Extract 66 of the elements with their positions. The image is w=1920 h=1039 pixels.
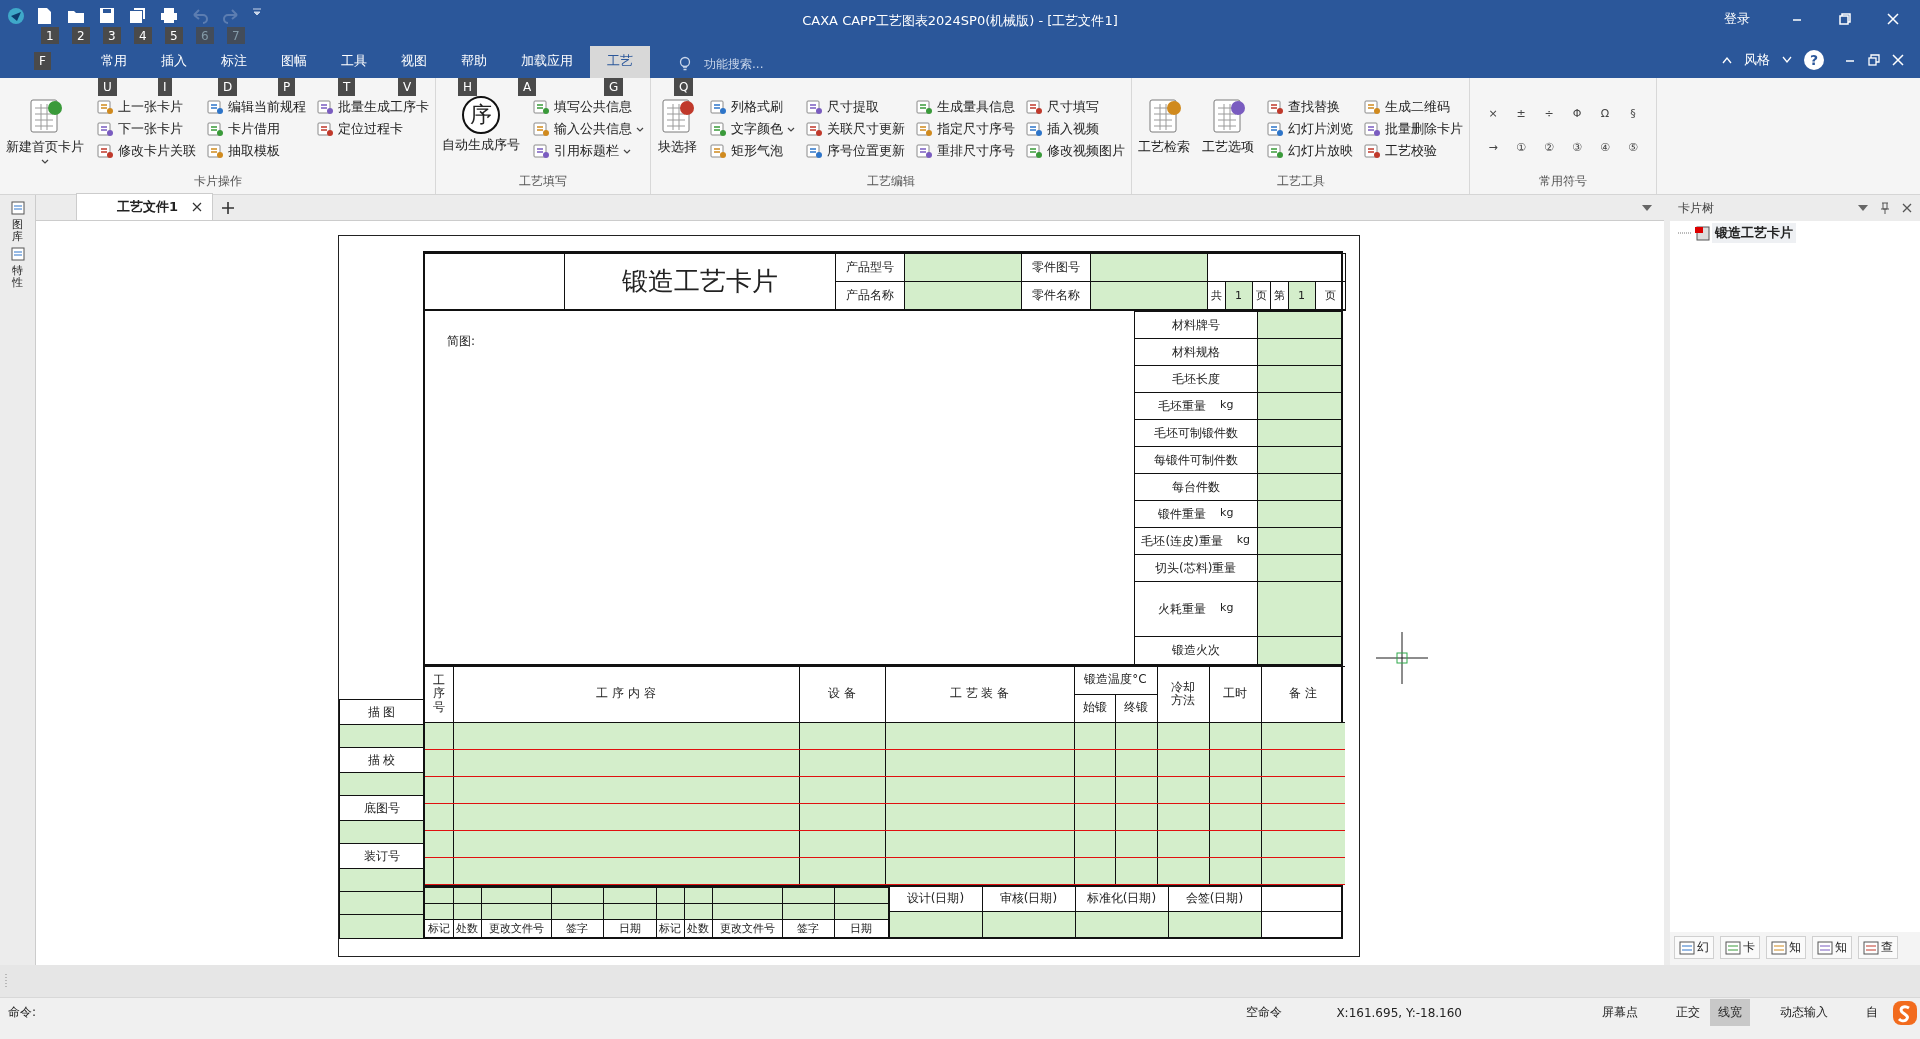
panel-title: 卡片树 [1678, 199, 1714, 217]
field-label: 共 [1207, 282, 1226, 309]
field-label: 切头(芯料)重量 [1155, 559, 1237, 577]
column-header: 始锻 [1074, 694, 1115, 722]
field-label: 锻造火次 [1171, 641, 1220, 659]
field-label: 第 [1270, 282, 1289, 309]
keytip-tooltip: I [158, 78, 172, 96]
keytip-tooltip: 5 [165, 27, 183, 45]
keytip-tooltip: 1 [41, 27, 59, 45]
unit-label: kg [1220, 505, 1234, 521]
column-header: 锻造温度°C [1074, 666, 1157, 694]
group-label: 常用符号 [1538, 173, 1588, 190]
field-label: 标准化(日期) [1075, 886, 1168, 912]
group-label: 工艺工具 [1275, 173, 1326, 190]
field-label: 简图: [447, 334, 476, 348]
unit-label: kg [1220, 397, 1234, 413]
keytip-tooltip: Q [674, 78, 694, 96]
field-label: 页 [1323, 288, 1337, 304]
field-label: 审核(日期) [982, 886, 1075, 912]
status-text: 空命令 [1246, 1004, 1283, 1021]
field-label: 毛坯可制锻件数 [1153, 424, 1238, 442]
keytip-tooltip: 4 [134, 27, 152, 45]
column-header: 工 艺 装 备 [885, 666, 1074, 722]
group-label: 工艺填写 [518, 173, 568, 190]
column-header: 工 序 内 容 [453, 666, 799, 722]
group-label: 工艺编辑 [866, 173, 916, 190]
command-label: 命令: [8, 1004, 37, 1021]
field-label: 零件图号 [1021, 253, 1090, 282]
field-label: 锻件重量 [1158, 505, 1207, 523]
keytip-tooltip: D [218, 78, 238, 96]
keytip-tooltip: G [604, 78, 624, 96]
field-label: 材料牌号 [1171, 316, 1220, 334]
group-label: 卡片操作 [192, 173, 243, 190]
window-title: CAXA CAPP工艺图表2024SP0(机械版) - [工艺文件1] [802, 12, 1118, 30]
field-label: 设计(日期) [889, 886, 982, 912]
unit-label: kg [1236, 532, 1251, 548]
field-label: 毛坯(连皮)重量 [1141, 532, 1223, 550]
keytip-tooltip: 6 [196, 27, 214, 45]
column-header: 工序号 [425, 666, 453, 722]
field-label: 每锻件可制件数 [1153, 451, 1238, 469]
field-label: 材料规格 [1171, 343, 1220, 361]
column-header: 工时 [1209, 666, 1261, 722]
keytip-tooltip: 2 [72, 27, 90, 45]
keytip-tooltip: T [338, 78, 356, 96]
keytip-tooltip: U [98, 78, 117, 96]
field-label: 毛坯重量 [1158, 397, 1207, 415]
field-label: 毛坯长度 [1171, 370, 1220, 388]
unit-label: kg [1220, 600, 1234, 616]
field-label: 每台件数 [1171, 478, 1220, 496]
keytip-tooltip: 7 [227, 27, 245, 45]
column-header: 冷却方法 [1157, 666, 1209, 722]
keytip-tooltip: V [398, 78, 417, 96]
field-label: 会签(日期) [1168, 886, 1261, 912]
keytip-tooltip: H [458, 78, 478, 96]
column-header: 备 注 [1261, 666, 1345, 722]
coordinates-text: X:161.695, Y:-18.160 [1336, 1005, 1462, 1020]
glyph-icon: 序 [462, 96, 500, 134]
field-label: 火耗重量 [1158, 600, 1207, 618]
keytip-tooltip: P [278, 78, 296, 96]
keytip-tooltip: F [34, 52, 51, 70]
keytip-tooltip: 3 [103, 27, 121, 45]
field-label: 页 [1252, 282, 1271, 309]
field-label: 产品型号 [835, 253, 904, 282]
card-title: 锻造工艺卡片 [564, 253, 835, 310]
keytip-tooltip: A [518, 78, 537, 96]
column-header: 设 备 [799, 666, 885, 722]
